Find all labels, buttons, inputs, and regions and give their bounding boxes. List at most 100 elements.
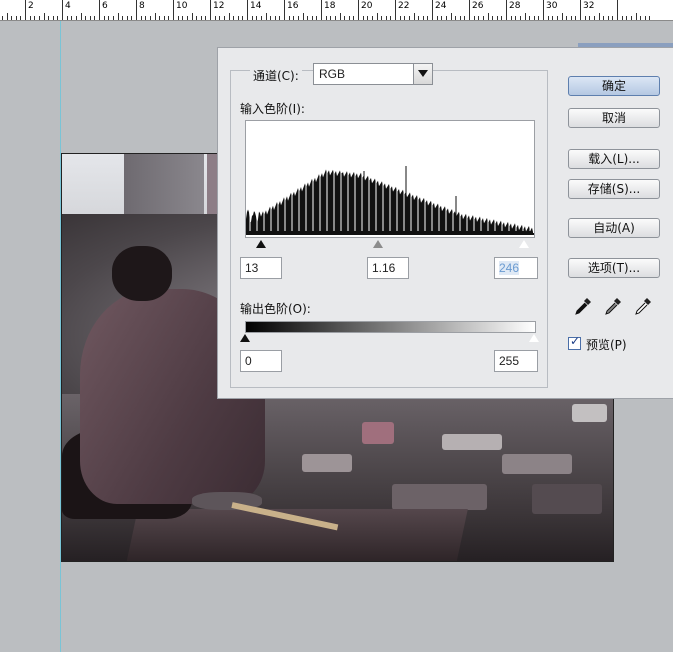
ruler-tick	[297, 16, 299, 20]
ruler-tick	[519, 16, 521, 20]
ruler-tick	[270, 16, 272, 20]
black-eyedropper-icon[interactable]	[573, 296, 593, 316]
ruler-tick	[247, 0, 248, 20]
ruler-tick	[538, 16, 540, 20]
ruler-tick	[598, 13, 600, 20]
ruler-tick	[288, 16, 290, 20]
ruler-tick	[436, 16, 438, 20]
ruler-tick	[191, 13, 193, 20]
ruler-tick	[186, 16, 188, 20]
ruler-tick	[353, 16, 355, 20]
ruler-tick	[492, 16, 494, 20]
ruler-tick	[48, 16, 50, 20]
ruler-tick	[330, 16, 332, 20]
ruler-tick	[200, 16, 202, 20]
ruler-tick	[136, 0, 137, 20]
ruler-label: 16	[287, 1, 299, 11]
ruler-tick	[99, 0, 100, 20]
input-gamma-field[interactable]: 1.16	[367, 257, 409, 279]
ruler-tick	[617, 0, 618, 20]
input-gamma-slider[interactable]	[373, 240, 383, 248]
output-black-slider[interactable]	[240, 334, 250, 342]
input-black-slider[interactable]	[256, 240, 266, 248]
photo-rock	[532, 484, 602, 514]
output-black-field[interactable]: 0	[240, 350, 282, 372]
ruler-tick	[214, 16, 216, 20]
ruler-tick	[556, 16, 558, 20]
ruler-label: 32	[583, 1, 595, 11]
ruler-tick	[395, 0, 396, 20]
input-white-field[interactable]: 246	[494, 257, 538, 279]
ruler-tick	[302, 13, 304, 20]
ruler-tick	[126, 16, 128, 20]
ruler-tick	[455, 16, 457, 20]
ruler-tick	[487, 13, 489, 20]
dialog-title-bar-edge[interactable]	[578, 43, 673, 47]
ruler-tick	[552, 16, 554, 20]
photo-rock	[302, 454, 352, 472]
ruler-tick	[584, 16, 586, 20]
load-button[interactable]: 载入(L)...	[568, 149, 660, 169]
ruler-tick	[478, 16, 480, 20]
ruler-tick	[524, 13, 526, 20]
input-white-slider[interactable]	[518, 239, 530, 249]
ruler-tick	[103, 16, 105, 20]
preview-checkbox[interactable]	[568, 334, 581, 350]
ruler-tick	[1, 16, 3, 20]
channel-select-value: RGB	[319, 67, 346, 81]
ruler-tick	[459, 16, 461, 20]
cancel-button[interactable]: 取消	[568, 108, 660, 128]
ruler-tick	[38, 16, 40, 20]
ruler-tick	[344, 16, 346, 20]
ruler-tick	[635, 13, 637, 20]
ruler-tick	[140, 16, 142, 20]
ruler-tick	[339, 13, 341, 20]
preview-label: 预览(P)	[586, 338, 627, 352]
input-black-field[interactable]: 13	[240, 257, 282, 279]
save-button[interactable]: 存储(S)...	[568, 179, 660, 199]
ok-button[interactable]: 确定	[568, 76, 660, 96]
ruler-tick	[399, 16, 401, 20]
ruler-tick	[321, 0, 322, 20]
horizontal-ruler[interactable]: 2 4 6 8 10 12 14 16 18 20 22 24 26 28 30 32	[0, 0, 673, 21]
ruler-tick	[469, 0, 470, 20]
ruler-tick	[575, 16, 577, 20]
ruler-tick	[223, 16, 225, 20]
photo-man-head	[112, 246, 172, 301]
ruler-tick	[418, 16, 420, 20]
ruler-tick	[376, 13, 378, 20]
output-levels-label: 输出色阶(O):	[240, 302, 311, 316]
ruler-tick	[649, 16, 651, 20]
output-white-slider[interactable]	[528, 333, 540, 343]
white-eyedropper-icon[interactable]	[633, 296, 653, 316]
gray-eyedropper-icon[interactable]	[603, 296, 623, 316]
ruler-tick	[168, 16, 170, 20]
ruler-tick	[612, 16, 614, 20]
ruler-tick	[233, 16, 235, 20]
photo-rock	[572, 404, 607, 422]
ruler-tick	[117, 13, 119, 20]
ruler-tick	[515, 16, 517, 20]
ruler-tick	[348, 16, 350, 20]
ruler-tick	[228, 13, 230, 20]
options-button[interactable]: 选项(T)...	[568, 258, 660, 278]
ruler-tick	[547, 16, 549, 20]
channel-select[interactable]: RGB	[313, 63, 433, 85]
photo-rock	[362, 422, 394, 444]
ruler-tick	[177, 16, 179, 20]
ruler-tick	[385, 16, 387, 20]
ruler-tick	[464, 16, 466, 20]
ruler-tick	[450, 13, 452, 20]
ruler-tick	[529, 16, 531, 20]
chevron-down-icon[interactable]	[413, 64, 432, 84]
input-levels-label: 输入色阶(I):	[240, 102, 305, 116]
ruler-tick	[570, 16, 572, 20]
ruler-tick	[29, 16, 31, 20]
ruler-tick	[122, 16, 124, 20]
auto-button[interactable]: 自动(A)	[568, 218, 660, 238]
ruler-tick	[274, 16, 276, 20]
ruler-tick	[603, 16, 605, 20]
output-white-field[interactable]: 255	[494, 350, 538, 372]
ruler-tick	[57, 16, 59, 20]
ruler-tick	[630, 16, 632, 20]
